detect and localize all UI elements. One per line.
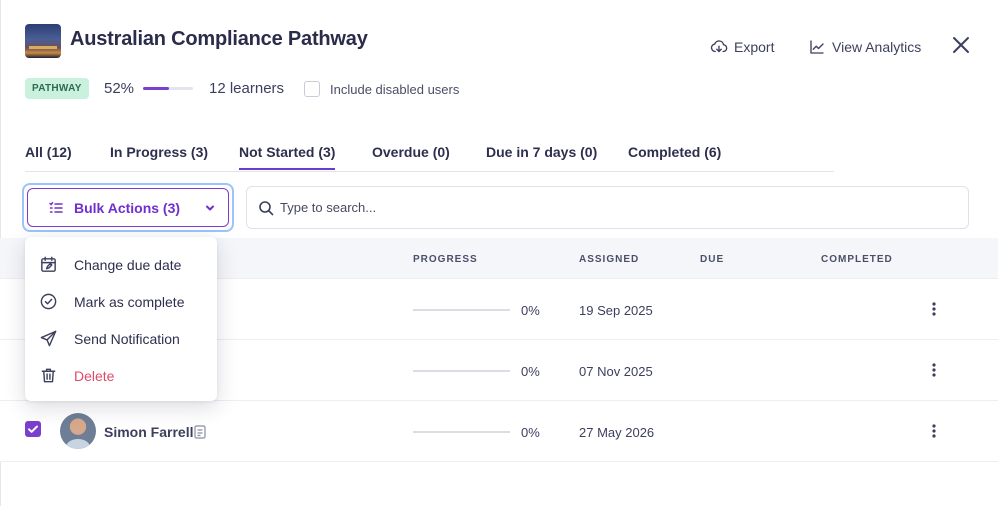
more-options-icon[interactable] <box>930 423 938 439</box>
trend-chart-icon <box>810 40 824 54</box>
row-progress-bar <box>413 370 510 372</box>
trash-icon <box>41 368 56 383</box>
calendar-edit-icon <box>41 256 56 272</box>
row-progress-text: 0% <box>521 303 540 318</box>
search-input[interactable] <box>280 200 880 215</box>
bulk-actions-label: Bulk Actions (3) <box>74 199 181 216</box>
more-options-icon[interactable] <box>930 362 938 378</box>
view-analytics-button[interactable]: View Analytics <box>808 38 921 56</box>
search-icon <box>259 200 274 215</box>
pathway-badge: PATHWAY <box>25 78 89 99</box>
column-header-assigned[interactable]: ASSIGNED <box>579 254 639 265</box>
include-disabled-checkbox[interactable] <box>304 81 320 97</box>
status-tabs: All (12) In Progress (3) Not Started (3)… <box>25 140 834 172</box>
more-options-icon[interactable] <box>930 301 938 317</box>
menu-item-mark-as-complete[interactable]: Mark as complete <box>39 292 184 311</box>
bulk-actions-focus-ring: Bulk Actions (3) <box>22 183 234 232</box>
tab-all[interactable]: All (12) <box>25 144 72 160</box>
learner-count: 12 learners <box>209 80 285 97</box>
tab-in-progress[interactable]: In Progress (3) <box>110 144 208 160</box>
search-box[interactable] <box>246 186 969 229</box>
tab-due-in-7-days[interactable]: Due in 7 days (0) <box>486 144 597 160</box>
bulk-actions-menu: Change due date Mark as complete Send No… <box>25 237 217 401</box>
menu-item-send-notification[interactable]: Send Notification <box>39 329 180 348</box>
pathway-thumbnail <box>25 24 61 58</box>
page-title: Australian Compliance Pathway <box>70 28 368 50</box>
bulk-actions-button[interactable]: Bulk Actions (3) <box>27 188 229 227</box>
row-progress-bar <box>413 309 510 311</box>
row-assigned-date: 19 Sep 2025 <box>579 303 653 318</box>
export-label: Export <box>734 39 775 55</box>
tab-completed[interactable]: Completed (6) <box>628 144 721 160</box>
row-progress-text: 0% <box>521 425 540 440</box>
check-circle-icon <box>40 293 57 310</box>
table-row[interactable]: Simon Farrell 0% 27 May 2026 <box>0 401 998 462</box>
menu-item-label: Mark as complete <box>74 293 185 310</box>
id-card-icon <box>194 425 206 439</box>
row-select-checkbox[interactable] <box>25 421 41 437</box>
send-icon <box>40 330 57 347</box>
row-progress-bar <box>413 431 510 433</box>
row-progress-text: 0% <box>521 364 540 379</box>
tab-not-started[interactable]: Not Started (3) <box>239 144 336 170</box>
close-icon[interactable] <box>951 35 971 55</box>
avatar <box>60 413 96 449</box>
menu-item-label: Change due date <box>74 256 182 273</box>
row-assigned-date: 07 Nov 2025 <box>579 364 653 379</box>
column-header-due[interactable]: DUE <box>700 254 724 265</box>
tab-overdue[interactable]: Overdue (0) <box>372 144 450 160</box>
cloud-download-icon <box>710 40 728 53</box>
menu-item-change-due-date[interactable]: Change due date <box>39 255 181 274</box>
row-assigned-date: 27 May 2026 <box>579 425 655 440</box>
overall-progress-text: 52% <box>104 80 135 97</box>
include-disabled-label: Include disabled users <box>330 82 460 97</box>
checkmark-icon <box>28 425 38 433</box>
menu-item-label: Delete <box>74 367 115 384</box>
export-button[interactable]: Export <box>710 38 774 56</box>
overall-progress-fill <box>143 87 169 90</box>
list-check-icon <box>49 201 63 213</box>
learner-name[interactable]: Simon Farrell <box>104 424 193 440</box>
menu-item-label: Send Notification <box>74 330 180 347</box>
chevron-down-icon <box>206 205 215 210</box>
column-header-completed[interactable]: COMPLETED <box>821 254 893 265</box>
overall-progress-bar <box>143 87 193 90</box>
column-header-progress[interactable]: PROGRESS <box>413 254 478 265</box>
view-analytics-label: View Analytics <box>832 39 922 55</box>
menu-item-delete[interactable]: Delete <box>39 366 114 385</box>
